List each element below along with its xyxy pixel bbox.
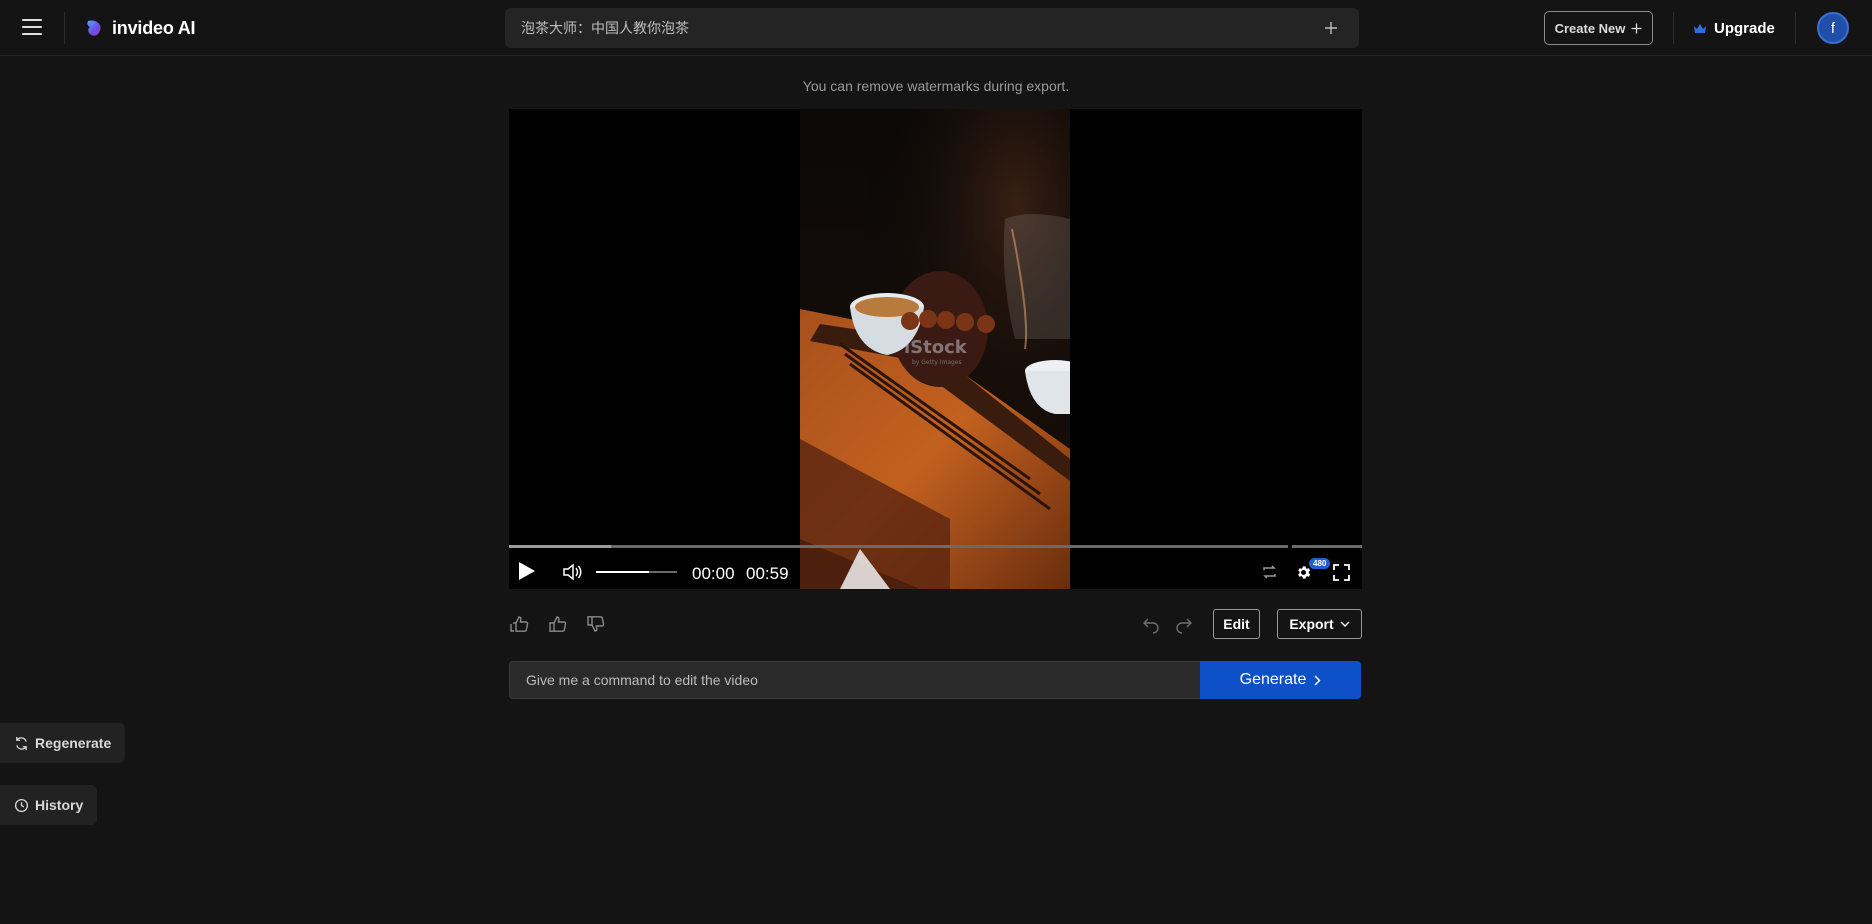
video-player[interactable]: iStock by Getty Images 00:00 00:59 480 bbox=[509, 109, 1362, 589]
player-controls: 00:00 00:59 480 bbox=[509, 555, 1362, 589]
watermark-text: iStock bbox=[904, 337, 968, 358]
project-title-bar[interactable]: 泡茶大师：中国人教你泡茶 bbox=[505, 8, 1359, 48]
volume-level bbox=[596, 571, 650, 573]
add-icon[interactable] bbox=[1319, 16, 1343, 40]
generate-label: Generate bbox=[1239, 671, 1307, 688]
plus-icon bbox=[1631, 23, 1642, 33]
user-avatar[interactable]: f bbox=[1817, 12, 1849, 44]
history-label: History bbox=[35, 797, 84, 813]
top-header: invideo AI 泡茶大师：中国人教你泡茶 Create New Upgra… bbox=[0, 0, 1872, 56]
loop-icon[interactable] bbox=[1261, 564, 1278, 580]
project-title[interactable]: 泡茶大师：中国人教你泡茶 bbox=[521, 18, 1319, 38]
export-label: Export bbox=[1289, 616, 1334, 632]
tea-scene-image: iStock by Getty Images bbox=[800, 109, 1070, 589]
export-button[interactable]: Export bbox=[1277, 609, 1362, 639]
regenerate-button[interactable]: Regenerate bbox=[0, 723, 126, 763]
edit-label: Edit bbox=[1223, 616, 1250, 632]
love-it-icon[interactable] bbox=[509, 613, 531, 635]
thumbs-down-icon[interactable] bbox=[585, 613, 607, 635]
watermark-notice: You can remove watermarks during export. bbox=[802, 78, 1070, 94]
create-new-label: Create New bbox=[1554, 20, 1626, 36]
header-divider bbox=[1673, 12, 1674, 44]
volume-slider[interactable] bbox=[596, 571, 677, 573]
seek-bar-buffered bbox=[509, 545, 612, 548]
brand-logo[interactable]: invideo AI bbox=[84, 16, 196, 40]
thumbs-up-icon[interactable] bbox=[547, 613, 569, 635]
brand-name: invideo AI bbox=[112, 17, 196, 38]
crown-icon bbox=[1694, 23, 1706, 33]
seek-bar[interactable] bbox=[509, 545, 1362, 548]
volume-icon[interactable] bbox=[563, 563, 583, 581]
header-divider bbox=[1795, 12, 1796, 44]
upgrade-button[interactable]: Upgrade bbox=[1693, 14, 1775, 42]
create-new-button[interactable]: Create New bbox=[1544, 11, 1653, 45]
hamburger-menu-icon[interactable] bbox=[20, 16, 44, 38]
watermark-subtext: by Getty Images bbox=[912, 359, 962, 366]
chevron-down-icon bbox=[1340, 621, 1350, 627]
command-bar: Generate bbox=[509, 661, 1361, 699]
video-action-row: Edit Export bbox=[509, 609, 1362, 639]
history-button[interactable]: History bbox=[0, 785, 98, 825]
seek-bar-gap bbox=[1288, 545, 1292, 548]
invideo-logo-icon bbox=[87, 20, 101, 36]
edit-button[interactable]: Edit bbox=[1213, 609, 1260, 639]
play-icon[interactable] bbox=[518, 561, 536, 581]
quality-badge: 480 bbox=[1309, 558, 1331, 569]
current-time: 00:00 bbox=[692, 564, 735, 583]
fullscreen-icon[interactable] bbox=[1333, 564, 1350, 581]
video-frame: iStock by Getty Images bbox=[800, 109, 1070, 589]
redo-icon[interactable] bbox=[1174, 614, 1194, 634]
upgrade-label: Upgrade bbox=[1714, 19, 1775, 37]
chevron-right-icon bbox=[1314, 674, 1321, 686]
regenerate-label: Regenerate bbox=[35, 735, 112, 751]
command-input[interactable] bbox=[509, 661, 1200, 699]
header-divider bbox=[64, 12, 65, 44]
generate-button[interactable]: Generate bbox=[1200, 661, 1361, 699]
avatar-initial: f bbox=[1830, 19, 1836, 37]
duration: 00:59 bbox=[746, 564, 789, 583]
refresh-icon bbox=[16, 736, 27, 750]
clock-icon bbox=[14, 798, 29, 812]
undo-icon[interactable] bbox=[1141, 614, 1161, 634]
